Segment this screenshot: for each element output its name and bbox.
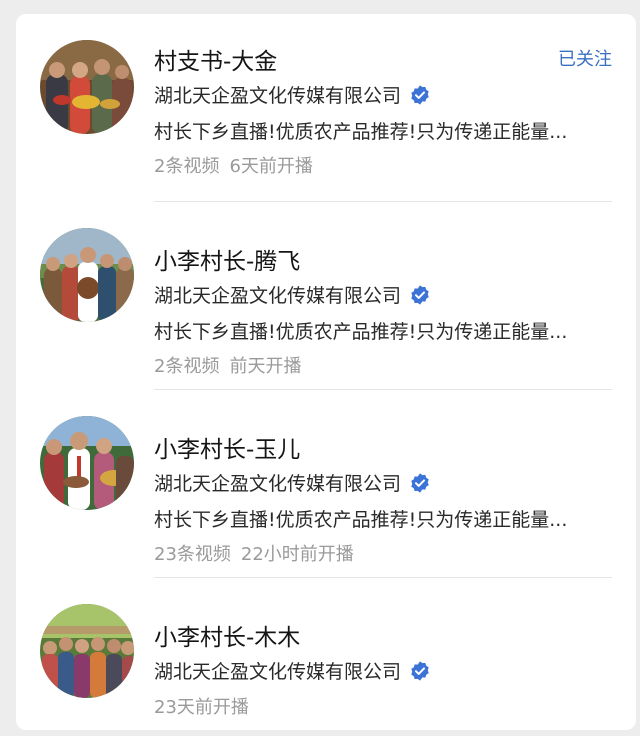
account-description: 村长下乡直播!优质农产品推荐!只为传递正能量... [154,121,568,143]
live-time: 23天前开播 [154,697,249,718]
company-name: 湖北天企盈文化传媒有限公司 [154,657,431,684]
live-time: 6天前开播 [229,156,313,177]
live-time: 前天开播 [229,356,302,377]
company-label: 湖北天企盈文化传媒有限公司 [154,285,402,307]
account-name[interactable]: 小李村长-腾飞 [154,242,300,276]
avatar[interactable] [40,40,134,134]
company-name: 湖北天企盈文化传媒有限公司 [154,281,431,308]
video-count: 2条视频 [154,356,220,377]
follow-status-button[interactable]: 已关注 [558,45,612,71]
avatar[interactable] [40,228,134,322]
account-meta: 2条视频 6天前开播 [154,152,313,178]
account-description: 村长下乡直播!优质农产品推荐!只为传递正能量... [154,321,568,343]
verified-check-icon [409,660,431,682]
list-item[interactable]: 小李村长-木木 湖北天企盈文化传媒有限公司 23天前开播 [16,578,636,730]
account-name[interactable]: 小李村长-木木 [154,618,300,652]
avatar[interactable] [40,416,134,510]
account-meta: 23条视频 22小时前开播 [154,540,354,566]
company-label: 湖北天企盈文化传媒有限公司 [154,85,402,107]
account-description: 村长下乡直播!优质农产品推荐!只为传递正能量... [154,509,568,531]
verified-check-icon [409,84,431,106]
company-name: 湖北天企盈文化传媒有限公司 [154,469,431,496]
account-name[interactable]: 小李村长-玉儿 [154,430,300,464]
list-item[interactable]: 村支书-大金 已关注 湖北天企盈文化传媒有限公司 村长下乡直播!优质农产品推荐!… [16,14,636,202]
verified-check-icon [409,284,431,306]
live-time: 22小时前开播 [240,544,354,565]
list-item[interactable]: 小李村长-腾飞 湖北天企盈文化传媒有限公司 村长下乡直播!优质农产品推荐!只为传… [16,202,636,390]
company-label: 湖北天企盈文化传媒有限公司 [154,473,402,495]
avatar[interactable] [40,604,134,698]
account-meta: 23天前开播 [154,693,249,719]
verified-check-icon [409,472,431,494]
list-item[interactable]: 小李村长-玉儿 湖北天企盈文化传媒有限公司 村长下乡直播!优质农产品推荐!只为传… [16,390,636,578]
video-count: 23条视频 [154,544,231,565]
account-name[interactable]: 村支书-大金 [154,42,277,76]
account-meta: 2条视频 前天开播 [154,352,301,378]
company-name: 湖北天企盈文化传媒有限公司 [154,81,431,108]
video-count: 2条视频 [154,156,220,177]
company-label: 湖北天企盈文化传媒有限公司 [154,661,402,683]
account-list-card: 村支书-大金 已关注 湖北天企盈文化传媒有限公司 村长下乡直播!优质农产品推荐!… [16,14,636,730]
